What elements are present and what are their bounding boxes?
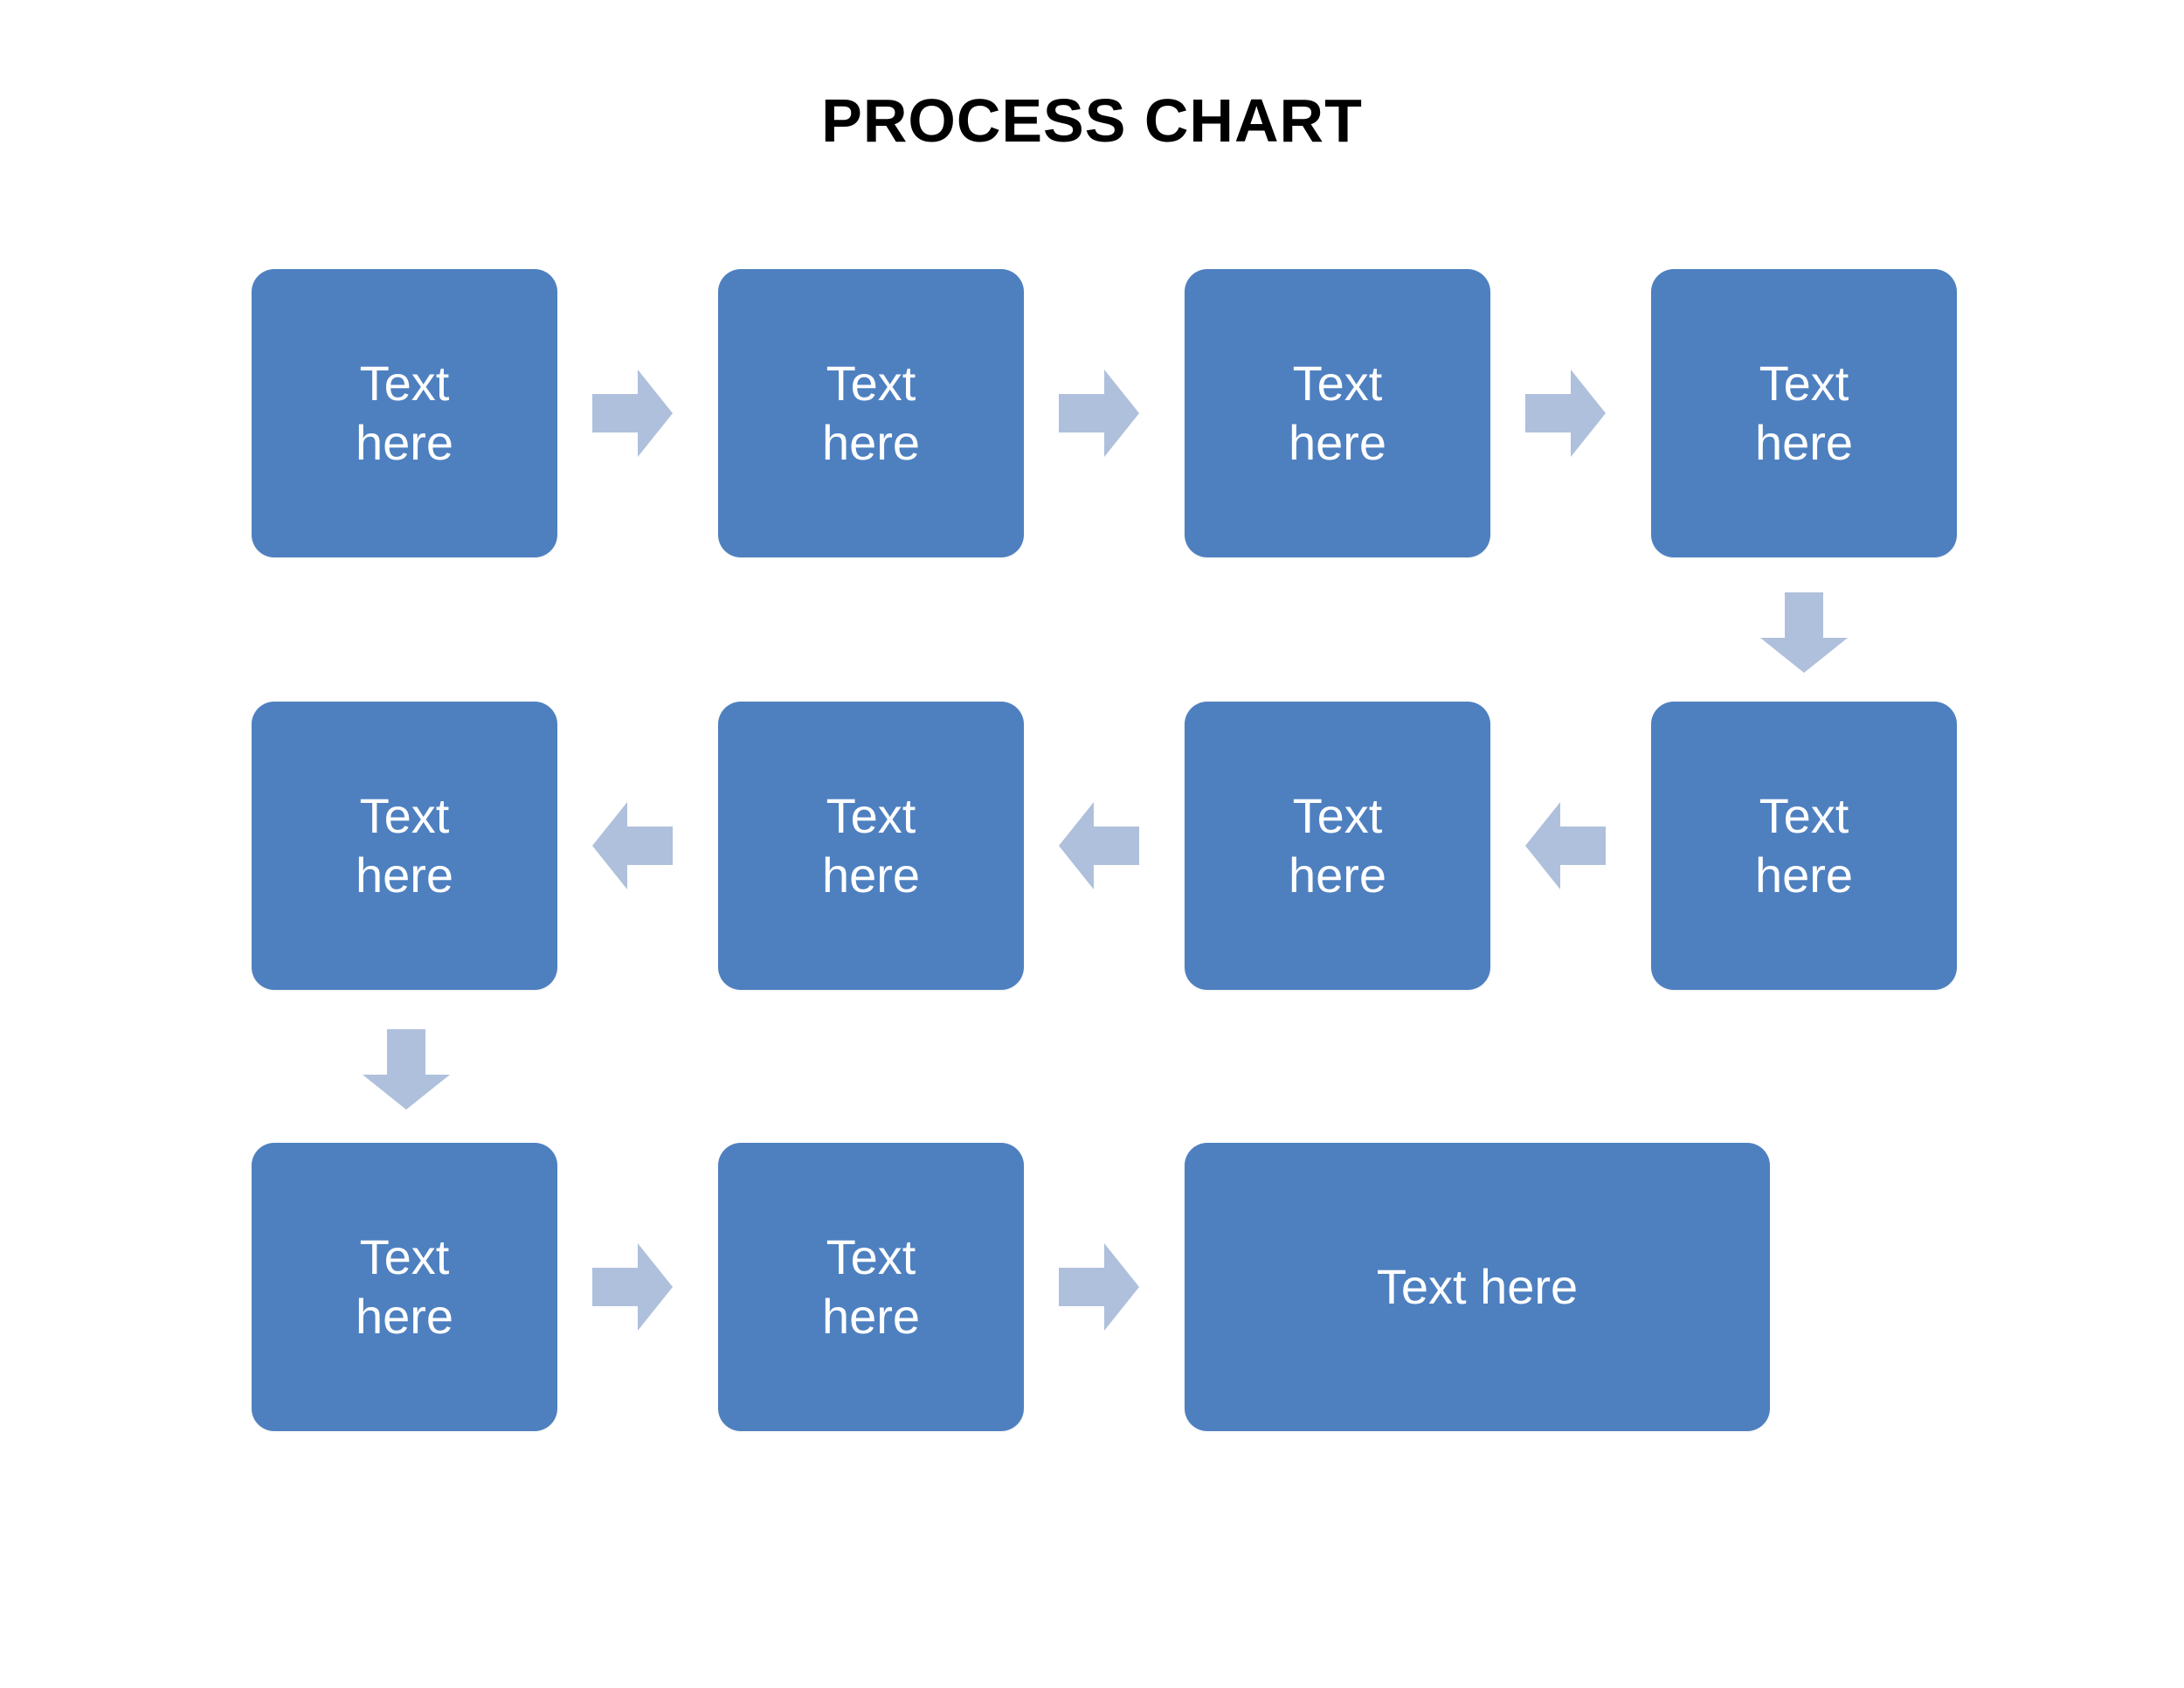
arrow-left-icon xyxy=(1525,800,1606,891)
process-box-label: Text here xyxy=(1376,1258,1579,1314)
process-box-r2c3[interactable]: Text here xyxy=(1185,702,1490,990)
arrow-right-icon xyxy=(592,1242,673,1332)
process-box-label: Text here xyxy=(1754,355,1854,470)
arrow-down-icon xyxy=(361,1029,452,1110)
process-box-label: Text here xyxy=(1288,787,1387,903)
arrow-left-icon xyxy=(1059,800,1139,891)
process-box-r2c1[interactable]: Text here xyxy=(252,702,557,990)
process-chart-canvas: PROCESS CHART Text here Text here Text h… xyxy=(0,0,2184,1688)
page-title: PROCESS CHART xyxy=(821,86,1363,155)
process-box-r1c3[interactable]: Text here xyxy=(1185,269,1490,557)
arrow-right-icon xyxy=(592,368,673,459)
arrow-left-icon xyxy=(592,800,673,891)
arrow-right-icon xyxy=(1059,1242,1139,1332)
process-box-r3c1[interactable]: Text here xyxy=(252,1143,557,1431)
process-box-r3c3-wide[interactable]: Text here xyxy=(1185,1143,1770,1431)
process-box-r2c4[interactable]: Text here xyxy=(1651,702,1957,990)
process-box-r2c2[interactable]: Text here xyxy=(718,702,1024,990)
process-box-label: Text here xyxy=(355,787,454,903)
arrow-down-icon xyxy=(1759,592,1849,673)
process-box-r1c4[interactable]: Text here xyxy=(1651,269,1957,557)
process-box-label: Text here xyxy=(1288,355,1387,470)
process-box-label: Text here xyxy=(355,355,454,470)
process-box-label: Text here xyxy=(1754,787,1854,903)
process-box-label: Text here xyxy=(355,1228,454,1344)
process-box-r3c2[interactable]: Text here xyxy=(718,1143,1024,1431)
process-box-label: Text here xyxy=(821,1228,921,1344)
process-box-label: Text here xyxy=(821,787,921,903)
arrow-right-icon xyxy=(1059,368,1139,459)
arrow-right-icon xyxy=(1525,368,1606,459)
process-box-label: Text here xyxy=(821,355,921,470)
process-box-r1c1[interactable]: Text here xyxy=(252,269,557,557)
process-box-r1c2[interactable]: Text here xyxy=(718,269,1024,557)
